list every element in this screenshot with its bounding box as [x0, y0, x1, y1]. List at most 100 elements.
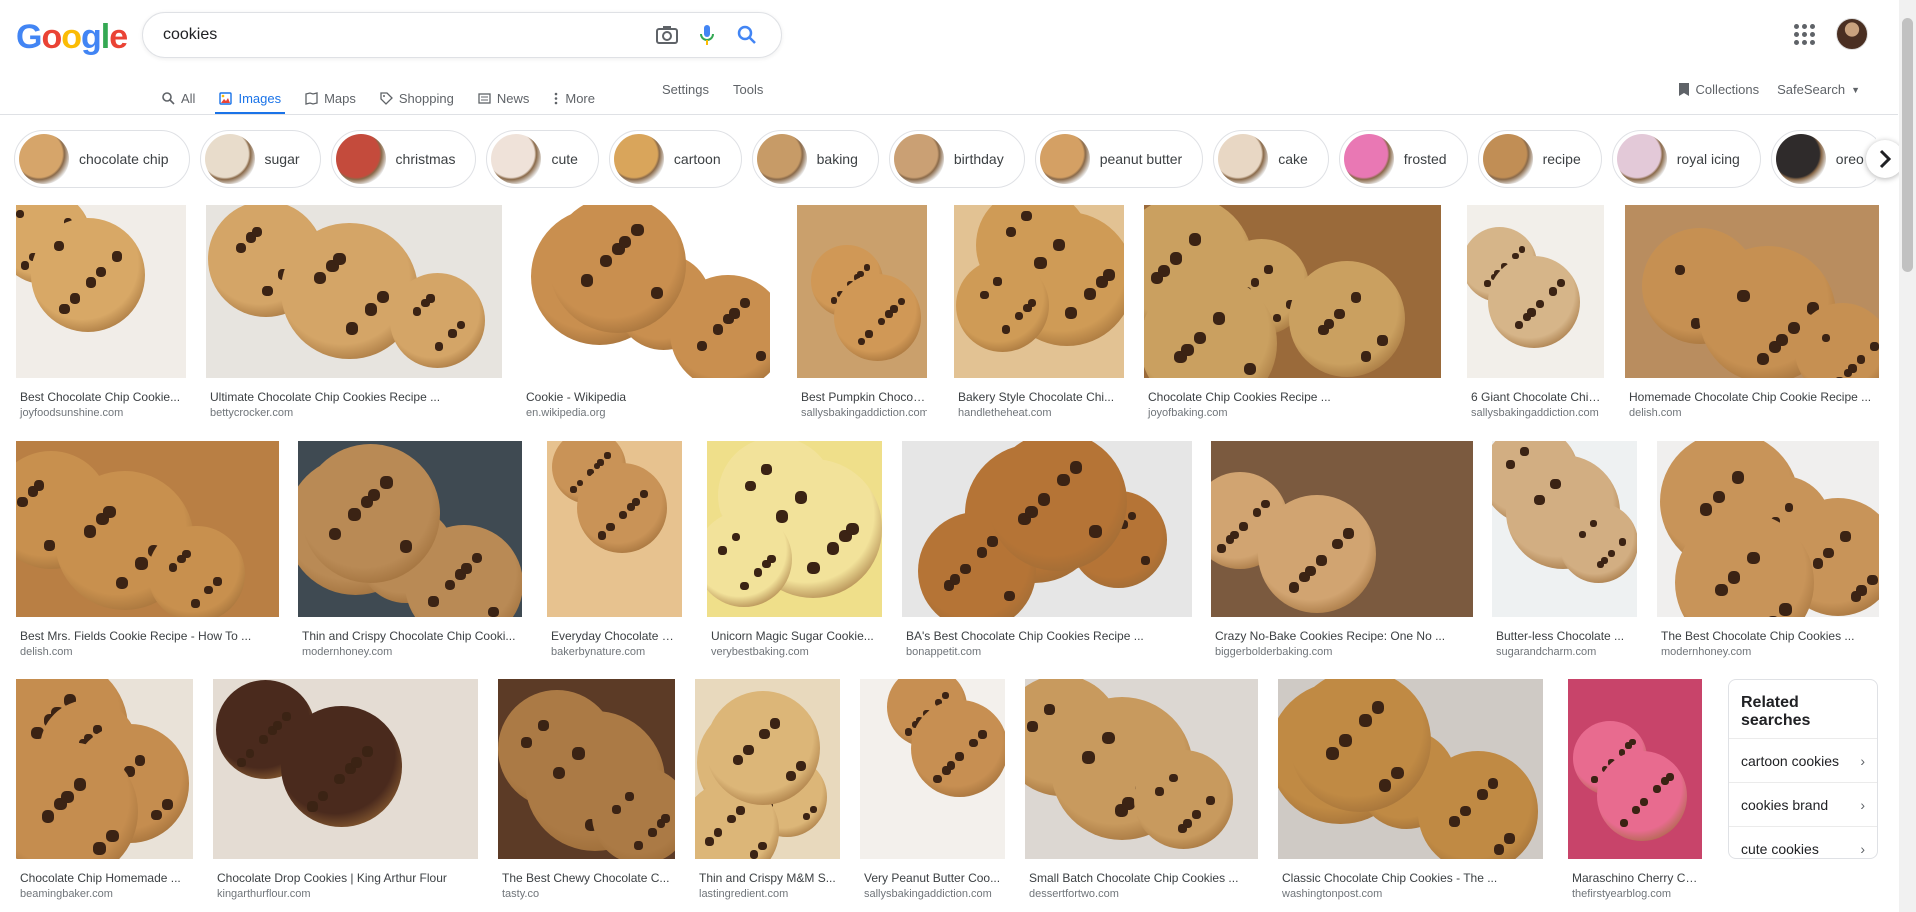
- result-title[interactable]: Small Batch Chocolate Chip Cookies ...: [1025, 871, 1258, 885]
- image-result[interactable]: Very Peanut Butter Coo... sallysbakingadd…: [860, 679, 1005, 900]
- chip-recipe[interactable]: recipe: [1477, 130, 1602, 188]
- chip-chocolate-chip[interactable]: chocolate chip: [14, 130, 190, 188]
- result-image[interactable]: [1657, 441, 1879, 617]
- result-source[interactable]: sallysbakingaddiction.com: [860, 888, 1005, 900]
- result-source[interactable]: handletheheat.com: [954, 407, 1124, 419]
- result-title[interactable]: The Best Chocolate Chip Cookies ...: [1657, 629, 1879, 643]
- image-result[interactable]: The Best Chewy Chocolate C... tasty.co: [498, 679, 675, 900]
- result-source[interactable]: joyfoodsunshine.com: [16, 407, 186, 419]
- result-source[interactable]: modernhoney.com: [298, 646, 522, 658]
- tools-link[interactable]: Tools: [733, 82, 763, 97]
- chip-cartoon[interactable]: cartoon: [608, 130, 742, 188]
- result-source[interactable]: beamingbaker.com: [16, 888, 193, 900]
- tab-maps[interactable]: Maps: [305, 80, 356, 114]
- result-image[interactable]: [213, 679, 478, 859]
- image-result[interactable]: Thin and Crispy Chocolate Chip Cooki... m…: [298, 441, 522, 658]
- image-result[interactable]: Maraschino Cherry Cho... thefirstyearblog…: [1568, 679, 1702, 900]
- tab-shopping[interactable]: Shopping: [380, 80, 454, 114]
- collections-link[interactable]: Collections: [1678, 82, 1759, 97]
- result-image[interactable]: [206, 205, 502, 378]
- result-source[interactable]: lastingredient.com: [695, 888, 840, 900]
- result-image[interactable]: [1144, 205, 1441, 378]
- result-source[interactable]: dessertfortwo.com: [1025, 888, 1258, 900]
- result-source[interactable]: modernhoney.com: [1657, 646, 1879, 658]
- result-title[interactable]: Maraschino Cherry Cho...: [1568, 871, 1702, 885]
- result-title[interactable]: Unicorn Magic Sugar Cookie...: [707, 629, 882, 643]
- result-source[interactable]: thefirstyearblog.com: [1568, 888, 1702, 900]
- camera-icon[interactable]: [647, 15, 687, 55]
- result-image[interactable]: [1211, 441, 1473, 617]
- settings-link[interactable]: Settings: [662, 82, 709, 97]
- result-title[interactable]: Bakery Style Chocolate Chi...: [954, 390, 1124, 404]
- page-scrollbar[interactable]: [1899, 0, 1916, 912]
- image-result[interactable]: Butter-less Chocolate ... sugarandcharm.c…: [1492, 441, 1637, 658]
- image-result[interactable]: Classic Chocolate Chip Cookies - The ...…: [1278, 679, 1543, 900]
- result-source[interactable]: bakerbynature.com: [547, 646, 682, 658]
- result-source[interactable]: washingtonpost.com: [1278, 888, 1543, 900]
- result-title[interactable]: Best Chocolate Chip Cookie...: [16, 390, 186, 404]
- result-title[interactable]: Very Peanut Butter Coo...: [860, 871, 1005, 885]
- result-image[interactable]: [16, 441, 279, 617]
- avatar[interactable]: [1836, 18, 1868, 50]
- image-result[interactable]: Best Mrs. Fields Cookie Recipe - How To …: [16, 441, 279, 658]
- chip-frosted[interactable]: frosted: [1338, 130, 1468, 188]
- result-image[interactable]: [522, 205, 770, 378]
- image-result[interactable]: BA's Best Chocolate Chip Cookies Recipe …: [902, 441, 1192, 658]
- image-result[interactable]: Thin and Crispy M&M S... lastingredient.c…: [695, 679, 840, 900]
- chip-birthday[interactable]: birthday: [888, 130, 1025, 188]
- image-result[interactable]: Crazy No-Bake Cookies Recipe: One No ...…: [1211, 441, 1473, 658]
- result-source[interactable]: bonappetit.com: [902, 646, 1192, 658]
- result-title[interactable]: Best Pumpkin Chocolat...: [797, 390, 927, 404]
- related-search-item[interactable]: cookies brand ›: [1729, 782, 1877, 826]
- result-image[interactable]: [695, 679, 840, 859]
- image-result[interactable]: Chocolate Chip Cookies Recipe ... joyofba…: [1144, 205, 1441, 419]
- result-source[interactable]: delish.com: [1625, 407, 1879, 419]
- apps-grid-icon[interactable]: [1792, 22, 1816, 46]
- result-image[interactable]: [1467, 205, 1604, 378]
- image-result[interactable]: The Best Chocolate Chip Cookies ... moder…: [1657, 441, 1879, 658]
- result-image[interactable]: [1625, 205, 1879, 378]
- result-source[interactable]: en.wikipedia.org: [522, 407, 770, 419]
- scrollbar-thumb[interactable]: [1902, 18, 1913, 272]
- image-result[interactable]: Unicorn Magic Sugar Cookie... verybestbak…: [707, 441, 882, 658]
- image-result[interactable]: Bakery Style Chocolate Chi... handlethehe…: [954, 205, 1124, 419]
- result-source[interactable]: verybestbaking.com: [707, 646, 882, 658]
- result-image[interactable]: [547, 441, 682, 617]
- result-title[interactable]: 6 Giant Chocolate Chip...: [1467, 390, 1604, 404]
- tab-images[interactable]: Images: [215, 80, 285, 115]
- chip-peanut-butter[interactable]: peanut butter: [1034, 130, 1204, 188]
- image-result[interactable]: Best Pumpkin Chocolat... sallysbakingaddi…: [797, 205, 927, 419]
- chip-oreo[interactable]: oreo: [1770, 130, 1876, 188]
- image-result[interactable]: Ultimate Chocolate Chip Cookies Recipe .…: [206, 205, 502, 419]
- chip-baking[interactable]: baking: [751, 130, 879, 188]
- result-image[interactable]: [1568, 679, 1702, 859]
- image-result[interactable]: Cookie - Wikipedia en.wikipedia.org: [522, 205, 770, 419]
- result-source[interactable]: sallysbakingaddiction.com: [1467, 407, 1604, 419]
- chip-christmas[interactable]: christmas: [330, 130, 477, 188]
- result-image[interactable]: [707, 441, 882, 617]
- image-result[interactable]: 6 Giant Chocolate Chip... sallysbakingadd…: [1467, 205, 1604, 419]
- tab-all[interactable]: All: [162, 80, 195, 114]
- tab-news[interactable]: News: [478, 80, 529, 114]
- image-result[interactable]: Homemade Chocolate Chip Cookie Recipe ..…: [1625, 205, 1879, 419]
- search-input[interactable]: [163, 26, 647, 44]
- result-image[interactable]: [1278, 679, 1543, 859]
- image-result[interactable]: Best Chocolate Chip Cookie... joyfoodsuns…: [16, 205, 186, 419]
- result-title[interactable]: Everyday Chocolate Ch...: [547, 629, 682, 643]
- result-title[interactable]: Thin and Crispy M&M S...: [695, 871, 840, 885]
- chip-royal-icing[interactable]: royal icing: [1611, 130, 1761, 188]
- google-logo[interactable]: Google: [16, 18, 128, 57]
- result-image[interactable]: [954, 205, 1124, 378]
- result-image[interactable]: [16, 679, 193, 859]
- result-image[interactable]: [298, 441, 522, 617]
- result-title[interactable]: Butter-less Chocolate ...: [1492, 629, 1637, 643]
- chip-cake[interactable]: cake: [1213, 130, 1329, 188]
- result-source[interactable]: tasty.co: [498, 888, 675, 900]
- result-image[interactable]: [902, 441, 1192, 617]
- result-source[interactable]: biggerbolderbaking.com: [1211, 646, 1473, 658]
- image-result[interactable]: Chocolate Chip Homemade ... beamingbaker.…: [16, 679, 193, 900]
- tab-more[interactable]: More: [553, 80, 595, 114]
- result-image[interactable]: [1025, 679, 1258, 859]
- result-image[interactable]: [498, 679, 675, 859]
- result-title[interactable]: Ultimate Chocolate Chip Cookies Recipe .…: [206, 390, 502, 404]
